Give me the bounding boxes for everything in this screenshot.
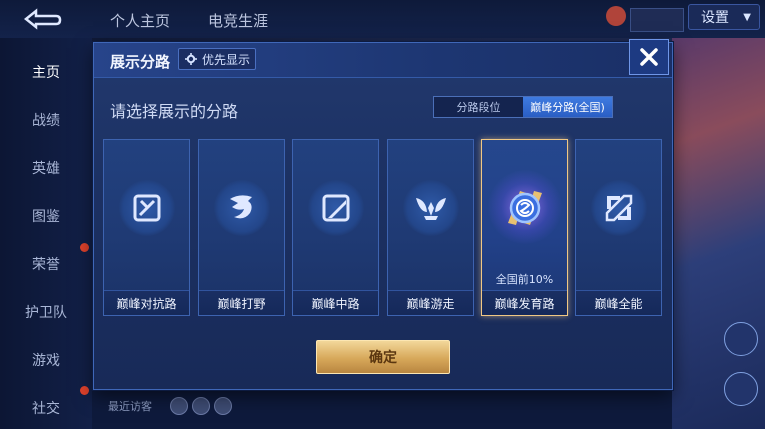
nav-item-social[interactable]: 社交: [0, 398, 92, 418]
segment-peak-lane-national[interactable]: 巅峰分路(全国): [523, 97, 612, 117]
modal-subtitle: 请选择展示的分路: [110, 102, 239, 121]
jungle-dragon-icon: [214, 180, 270, 236]
card-label: 巅峰全能: [576, 290, 661, 315]
lane-card-clash[interactable]: 巅峰对抗路: [103, 139, 190, 316]
lane-card-all-round[interactable]: 巅峰全能: [575, 139, 662, 316]
lane-clash-icon: [119, 180, 175, 236]
roam-wings-icon: [403, 180, 459, 236]
close-button[interactable]: [629, 39, 669, 75]
nav-item-home[interactable]: 主页: [0, 62, 92, 82]
priority-display-label: 优先显示: [202, 52, 251, 67]
tab-esports-career[interactable]: 电竞生涯: [208, 10, 268, 31]
nav-item-record[interactable]: 战绩: [0, 110, 92, 130]
nav-item-honor[interactable]: 荣誉: [0, 254, 92, 274]
settings-button[interactable]: 设置 ▼: [688, 4, 760, 30]
visitor-avatar[interactable]: [192, 397, 210, 415]
card-label: 巅峰中路: [293, 290, 378, 315]
side-action-icon-2[interactable]: [724, 372, 758, 406]
rank-badge-text: 全国前10%: [495, 273, 554, 286]
modal-title: 展示分路: [110, 53, 171, 71]
card-label: 巅峰游走: [388, 290, 473, 315]
all-round-icon: [591, 180, 647, 236]
back-arrow-icon[interactable]: [20, 8, 64, 30]
nav-item-games[interactable]: 游戏: [0, 350, 92, 370]
confirm-button[interactable]: 确定: [316, 340, 450, 374]
chevron-down-icon: ▼: [743, 11, 751, 23]
nav-item-collection[interactable]: 图鉴: [0, 206, 92, 226]
priority-display-button[interactable]: 优先显示: [178, 48, 256, 70]
nav-item-guard[interactable]: 护卫队: [0, 302, 92, 322]
side-action-icon[interactable]: [724, 322, 758, 356]
visitor-avatar[interactable]: [170, 397, 188, 415]
card-label: 巅峰对抗路: [104, 290, 189, 315]
close-icon: [640, 48, 658, 66]
recent-visitors-label: 最近访客: [108, 400, 152, 413]
card-label: 巅峰发育路: [482, 290, 567, 315]
farm-lane-medal-icon: [497, 180, 553, 236]
lane-card-jungle[interactable]: 巅峰打野: [198, 139, 285, 316]
server-info-badge: [630, 8, 684, 32]
segment-lane-rank[interactable]: 分路段位: [434, 97, 523, 117]
settings-label: 设置: [701, 10, 729, 26]
mid-lane-icon: [308, 180, 364, 236]
lane-card-roam[interactable]: 巅峰游走: [387, 139, 474, 316]
lane-display-modal: 展示分路 优先显示 请选择展示的分路 分路段位 巅峰分路(全国) 巅峰对抗路 巅…: [93, 39, 673, 390]
nav-badge-honor: [80, 243, 89, 252]
modal-header: 展示分路 优先显示: [94, 43, 672, 78]
tab-profile-home[interactable]: 个人主页: [110, 10, 170, 31]
hero-showcase-background: [672, 38, 765, 429]
nav-item-heroes[interactable]: 英雄: [0, 158, 92, 178]
lane-card-mid[interactable]: 巅峰中路: [292, 139, 379, 316]
left-nav: 主页 战绩 英雄 图鉴 荣誉 护卫队 游戏 社交: [0, 38, 92, 429]
gear-icon: [185, 53, 197, 65]
visitor-avatar[interactable]: [214, 397, 232, 415]
nav-badge-social: [80, 386, 89, 395]
notification-icon[interactable]: [606, 6, 626, 26]
lane-card-farm-selected[interactable]: 全国前10% 巅峰发育路: [481, 139, 568, 316]
top-tabs: 个人主页 电竞生涯: [110, 10, 268, 31]
lane-segment-control: 分路段位 巅峰分路(全国): [433, 96, 613, 118]
card-label: 巅峰打野: [199, 290, 284, 315]
